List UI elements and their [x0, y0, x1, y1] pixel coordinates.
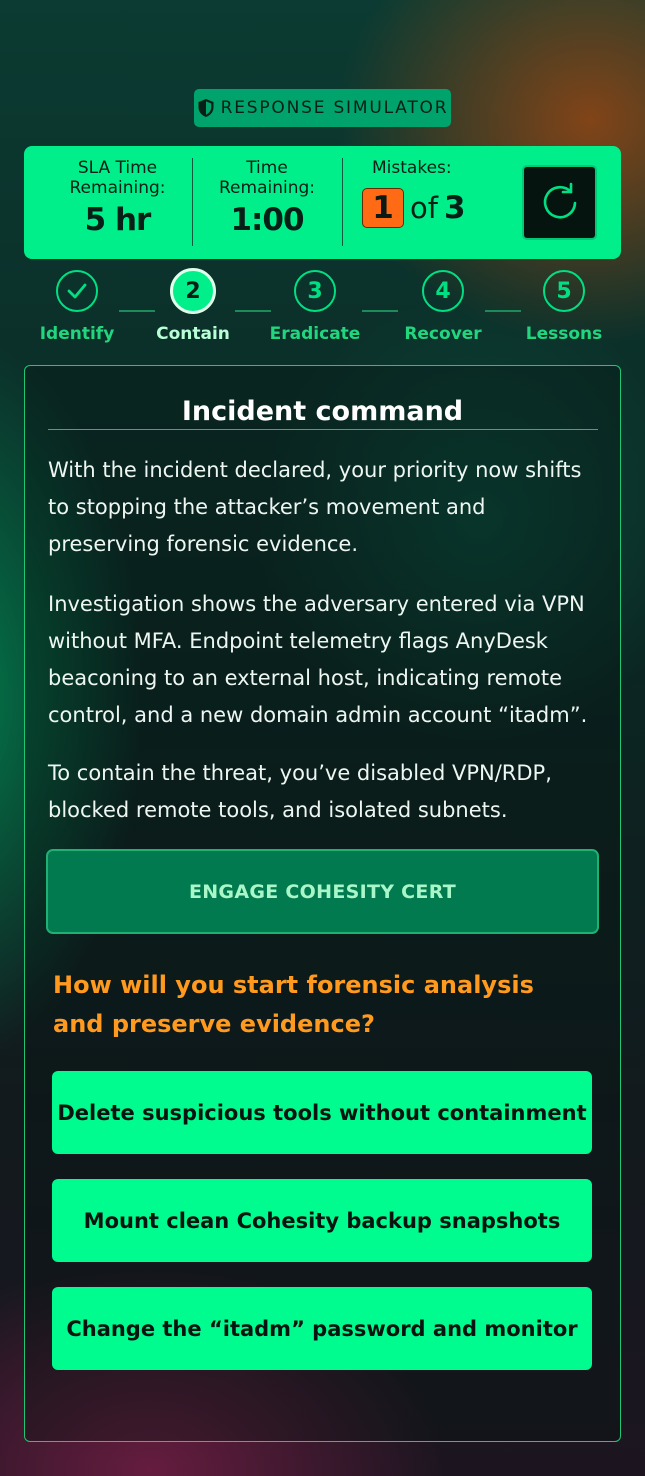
mistakes-row: 1 of 3: [362, 188, 502, 228]
step-circle-eradicate: 3: [294, 270, 336, 312]
time-stat: Time Remaining: 1:00: [204, 158, 330, 238]
containment-paragraph: To contain the threat, you’ve disabled V…: [48, 761, 552, 822]
step-recover[interactable]: 4 Recover: [383, 270, 503, 344]
card-title: Incident command: [181, 396, 464, 427]
time-label-line2: Remaining:: [219, 178, 315, 198]
sla-label-line1: SLA Time: [77, 158, 158, 178]
sla-time-stat: SLA Time Remaining: 5 hr: [54, 158, 181, 238]
stats-panel: SLA Time Remaining: 5 hr Time Remaining:…: [24, 146, 621, 259]
step-label-lessons: Lessons: [525, 324, 603, 344]
step-circle-recover: 4: [422, 270, 464, 312]
step-lessons[interactable]: 5 Lessons: [504, 270, 624, 344]
step-label-contain: Contain: [156, 324, 230, 344]
mistakes-count: 1: [362, 188, 404, 228]
stats-divider: [342, 158, 343, 246]
time-label-line1: Time: [246, 158, 288, 178]
sla-label-line2: Remaining:: [69, 178, 166, 198]
phase-stepper: Identify 2 Contain 3 Eradicate 4 Recover…: [0, 268, 645, 350]
sla-value: 5 hr: [84, 202, 152, 238]
badge-label: RESPONSE SIMULATOR: [220, 98, 449, 118]
step-identify[interactable]: Identify: [17, 270, 137, 344]
question-text: How will you start forensic analysis and…: [53, 971, 534, 1038]
incident-card: Incident command With the incident decla…: [24, 365, 621, 1442]
choice-change-password-button[interactable]: Change the “itadm” password and monitor: [52, 1287, 592, 1370]
refresh-button[interactable]: [522, 165, 597, 240]
title-divider: [48, 429, 598, 430]
choice-mount-snapshots-button[interactable]: Mount clean Cohesity backup snapshots: [52, 1179, 592, 1262]
step-circle-lessons: 5: [543, 270, 585, 312]
step-eradicate[interactable]: 3 Eradicate: [255, 270, 375, 344]
mistakes-label: Mistakes:: [372, 158, 452, 178]
step-label-eradicate: Eradicate: [269, 324, 361, 344]
intro-paragraph: With the incident declared, your priorit…: [48, 458, 582, 556]
investigation-paragraph: Investigation shows the adversary entere…: [48, 592, 588, 727]
stats-divider: [192, 158, 193, 246]
step-label-identify: Identify: [39, 324, 115, 344]
step-label-recover: Recover: [404, 324, 482, 344]
response-simulator-badge: RESPONSE SIMULATOR: [194, 89, 451, 127]
choice-delete-tools-button[interactable]: Delete suspicious tools without containm…: [52, 1071, 592, 1154]
time-value: 1:00: [230, 202, 304, 238]
checkmark-icon: [67, 283, 87, 299]
engage-cert-button[interactable]: ENGAGE COHESITY CERT: [46, 849, 599, 934]
shield-icon: [198, 99, 214, 117]
step-contain[interactable]: 2 Contain: [133, 268, 253, 344]
mistakes-of: of: [410, 191, 438, 225]
mistakes-stat: Mistakes: 1 of 3: [362, 158, 502, 228]
mistakes-total: 3: [443, 190, 466, 226]
step-circle-contain: 2: [170, 268, 216, 314]
refresh-icon: [543, 182, 576, 219]
step-circle-identify: [56, 270, 98, 312]
